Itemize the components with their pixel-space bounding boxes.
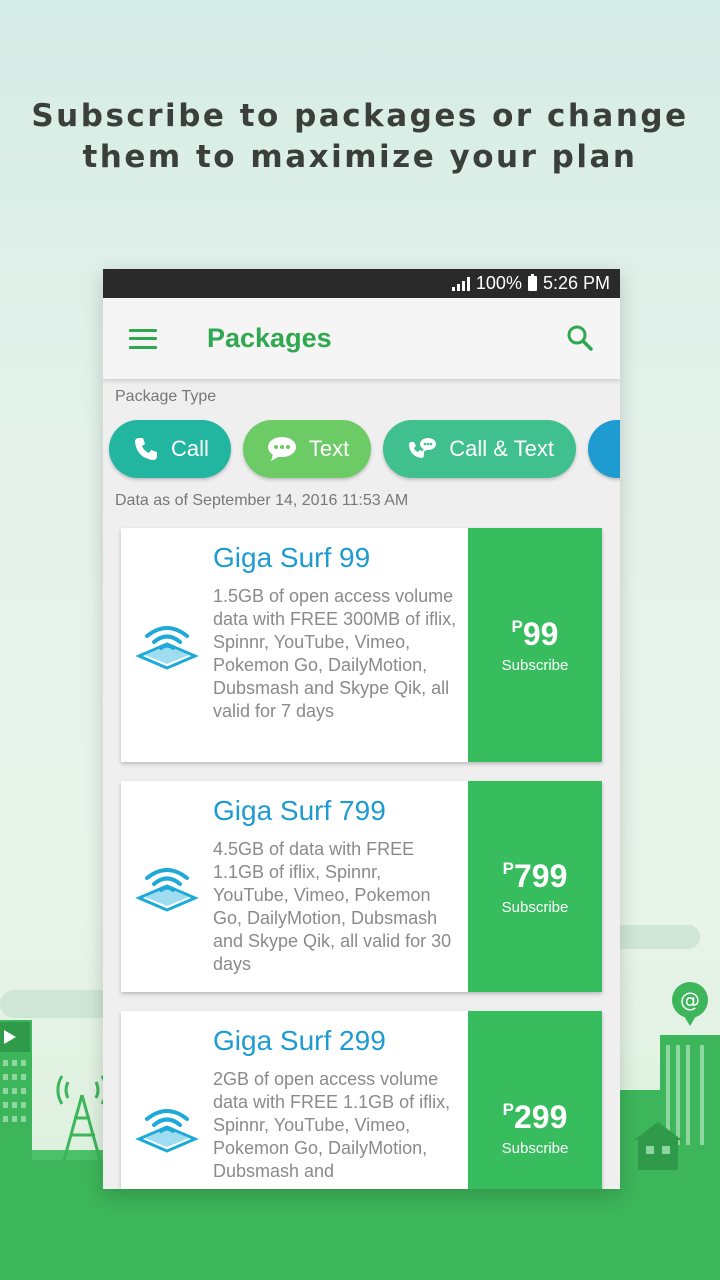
currency-symbol: P	[511, 617, 523, 636]
package-name: Giga Surf 99	[213, 542, 371, 573]
package-price: P99	[512, 616, 559, 653]
package-card: Giga Surf 299 2GB of open access volume …	[121, 1011, 602, 1189]
package-type-label: Package Type	[115, 388, 217, 405]
chip-label: Text	[308, 436, 350, 461]
battery-icon	[527, 274, 537, 291]
currency-symbol: P	[502, 1100, 514, 1119]
subscribe-label: Subscribe	[501, 1140, 569, 1157]
price-value: 799	[513, 857, 568, 894]
chip-call-and-text[interactable]: Call & Text	[383, 420, 577, 478]
data-timestamp: Data as of September 14, 2016 11:53 AM	[115, 492, 409, 509]
package-description: 4.5GB of data with FREE 1.1GB of iflix, …	[213, 839, 452, 974]
package-card: Giga Surf 799 4.5GB of data with FREE 1.…	[121, 781, 602, 992]
headline-line-2: them to maximize your plan	[82, 139, 638, 175]
chip-data[interactable]	[588, 420, 620, 478]
package-card: Giga Surf 99 1.5GB of open access volume…	[121, 528, 602, 762]
package-price: P799	[503, 858, 568, 895]
phone-chat-icon	[407, 436, 437, 462]
hamburger-menu-icon[interactable]	[129, 328, 157, 349]
chip-label: Call	[171, 436, 209, 461]
wifi-data-icon	[121, 528, 213, 762]
app-bar: Packages	[103, 298, 620, 379]
page-title: Packages	[207, 323, 332, 353]
package-price: P299	[503, 1099, 568, 1136]
package-details: Giga Surf 99 1.5GB of open access volume…	[213, 528, 468, 762]
subscribe-button[interactable]: P99 Subscribe	[468, 528, 602, 762]
subscribe-label: Subscribe	[501, 657, 569, 674]
phone-screen: 100% 5:26 PM Packages Package Type Call …	[103, 269, 620, 1189]
package-description: 2GB of open access volume data with FREE…	[213, 1069, 451, 1181]
signal-icon	[451, 276, 470, 291]
chip-text[interactable]: Text	[242, 420, 372, 478]
battery-percent: 100%	[475, 273, 522, 293]
chip-label: Call & Text	[449, 436, 555, 461]
package-name: Giga Surf 299	[213, 1025, 386, 1056]
package-list: Giga Surf 99 1.5GB of open access volume…	[103, 528, 620, 1189]
promo-headline: Subscribe to packages or change them to …	[0, 96, 720, 178]
chip-call[interactable]: Call	[109, 420, 231, 478]
search-icon[interactable]	[560, 319, 600, 359]
status-bar: 100% 5:26 PM	[103, 269, 620, 298]
wifi-data-icon	[121, 1011, 213, 1189]
phone-icon	[133, 436, 159, 462]
chat-bubble-icon	[267, 436, 297, 462]
package-details: Giga Surf 799 4.5GB of data with FREE 1.…	[213, 781, 468, 992]
subscribe-label: Subscribe	[501, 898, 569, 916]
package-description: 1.5GB of open access volume data with FR…	[213, 586, 457, 721]
subscribe-button[interactable]: P299 Subscribe	[468, 1011, 602, 1189]
subscribe-button[interactable]: P799 Subscribe	[468, 781, 602, 992]
package-type-chips: Call Text Call & Text	[109, 420, 620, 478]
price-value: 99	[522, 616, 559, 652]
price-value: 299	[513, 1099, 568, 1135]
wifi-data-icon	[121, 781, 213, 992]
headline-line-1: Subscribe to packages or change	[31, 98, 689, 134]
svg-text:@: @	[680, 988, 700, 1012]
clock: 5:26 PM	[542, 273, 610, 293]
package-details: Giga Surf 299 2GB of open access volume …	[213, 1011, 468, 1189]
right-building-illustration: @	[620, 982, 720, 1170]
left-building-illustration	[0, 1020, 104, 1170]
package-name: Giga Surf 799	[213, 795, 386, 826]
currency-symbol: P	[502, 858, 514, 878]
